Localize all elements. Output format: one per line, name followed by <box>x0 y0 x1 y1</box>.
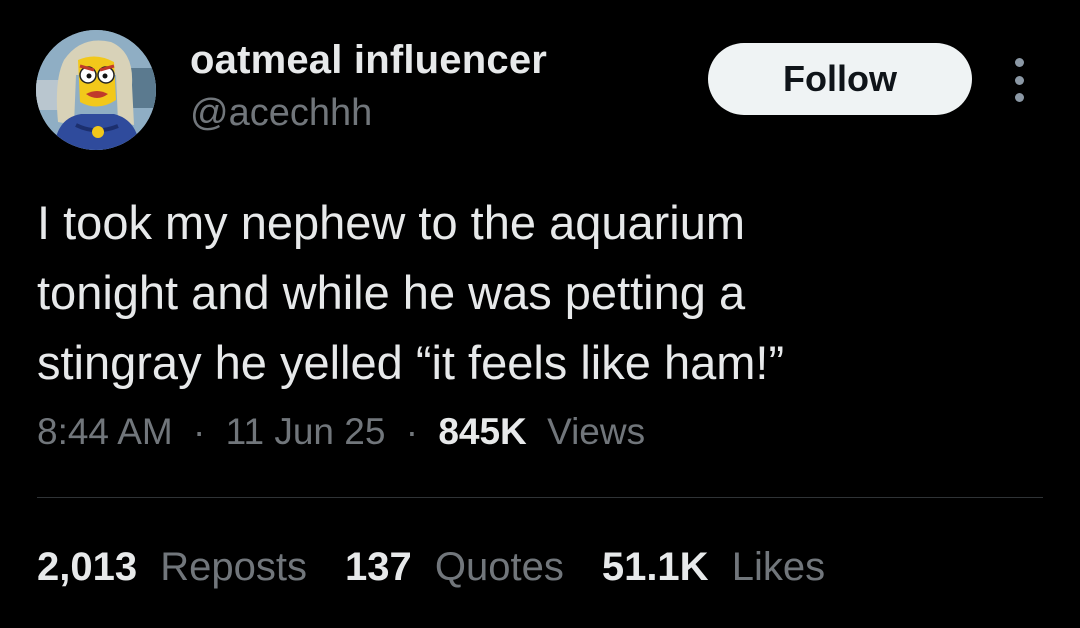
tweet-text: I took my nephew to the aquarium tonight… <box>37 188 1037 398</box>
dot <box>1014 58 1024 67</box>
follow-button[interactable]: Follow <box>708 43 972 115</box>
views-count: 845K <box>438 411 527 452</box>
divider <box>37 497 1043 498</box>
user-handle[interactable]: @acechhh <box>190 92 372 135</box>
more-options-icon[interactable] <box>1004 58 1034 102</box>
separator: · <box>193 411 206 452</box>
tweet-text-line: tonight and while he was petting a <box>37 266 746 319</box>
tweet-text-line: stingray he yelled “it feels like ham!” <box>37 336 785 389</box>
tweet-meta: 8:44 AM · 11 Jun 25 · 845K Views <box>37 411 645 453</box>
dot <box>1014 93 1024 102</box>
reposts-label: Reposts <box>160 545 307 589</box>
tweet-date[interactable]: 11 Jun 25 <box>226 411 386 452</box>
dot <box>1014 75 1024 85</box>
engagement-stats: 2,013 Reposts 137 Quotes 51.1K Likes <box>37 545 863 590</box>
tweet-card: oatmeal influencer @acechhh Follow I too… <box>0 0 1080 628</box>
likes-label: Likes <box>731 545 826 589</box>
quotes-label: Quotes <box>434 545 564 589</box>
cartoon-character-avatar-icon <box>36 30 156 150</box>
separator: · <box>405 411 419 452</box>
likes-stat[interactable]: 51.1K Likes <box>602 545 825 590</box>
tweet-text-line: I took my nephew to the aquarium <box>37 196 746 249</box>
quotes-count: 137 <box>344 545 412 589</box>
avatar[interactable] <box>36 30 156 150</box>
views-label: Views <box>547 411 646 452</box>
tweet-time[interactable]: 8:44 AM <box>37 411 173 452</box>
likes-count: 51.1K <box>601 545 709 589</box>
display-name[interactable]: oatmeal influencer <box>190 38 547 83</box>
quotes-stat[interactable]: 137 Quotes <box>345 545 564 590</box>
reposts-stat[interactable]: 2,013 Reposts <box>37 545 307 590</box>
reposts-count: 2,013 <box>37 545 138 589</box>
